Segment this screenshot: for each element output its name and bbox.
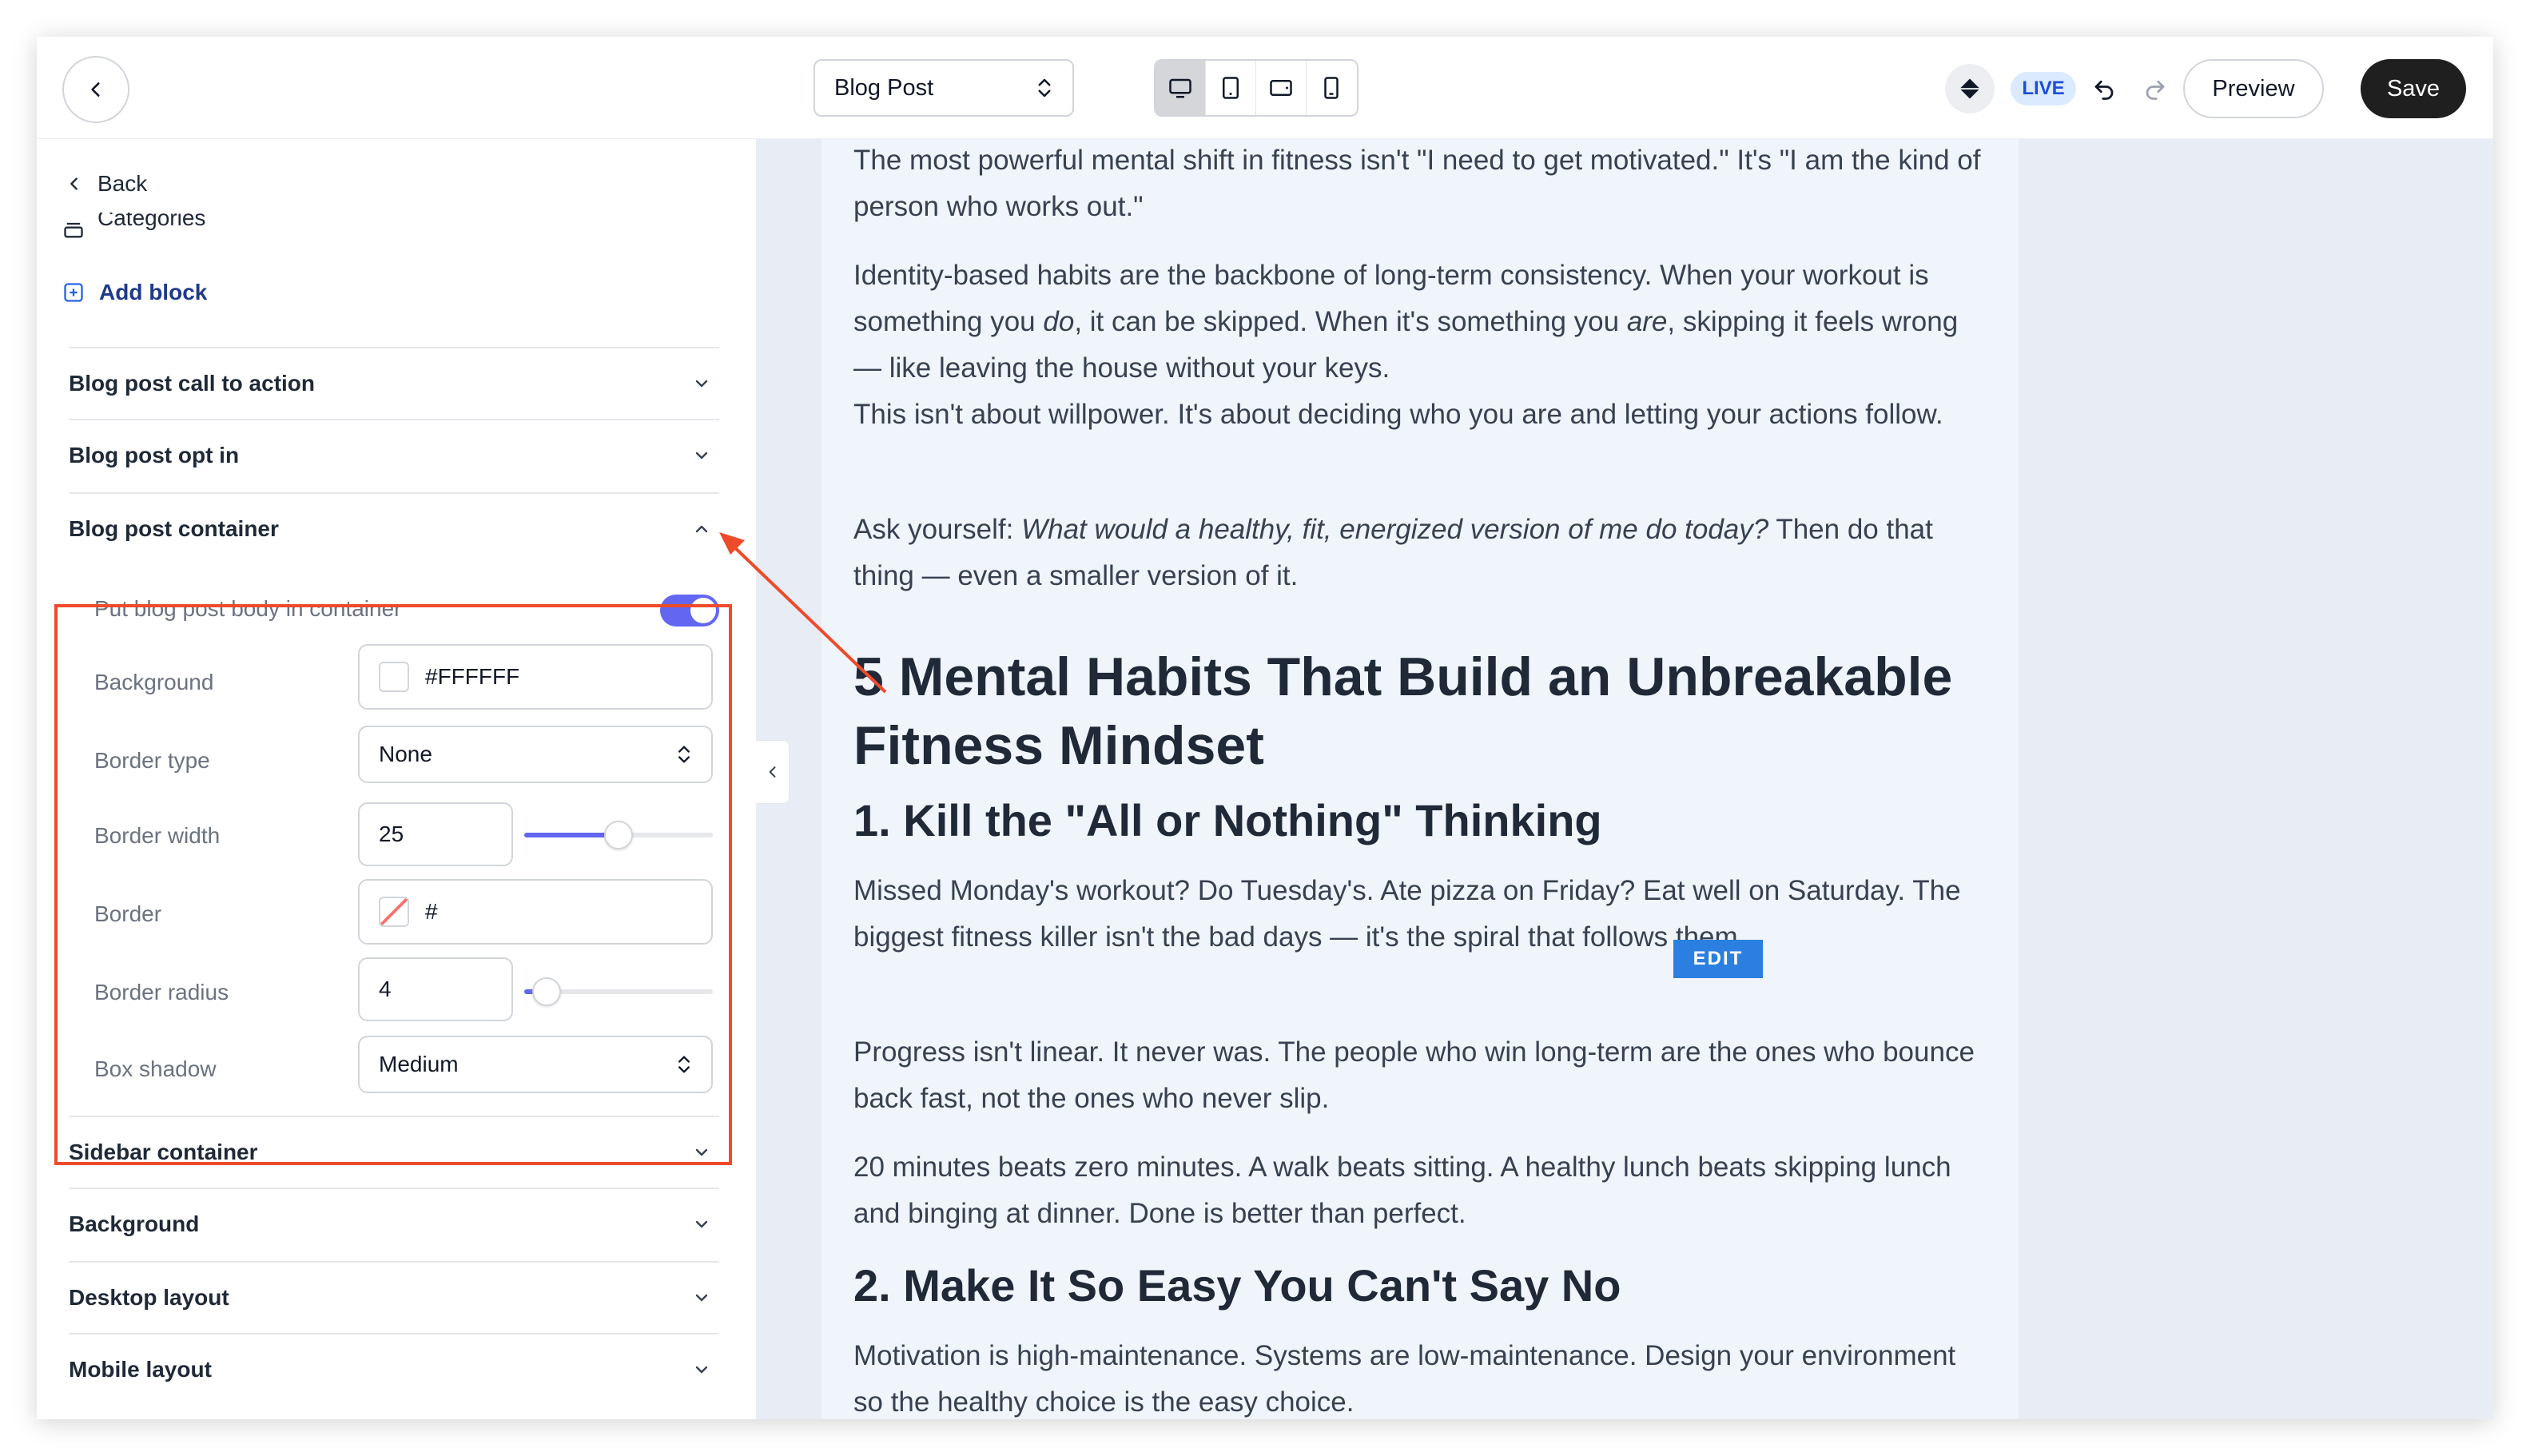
- accordion-label: Desktop layout: [69, 1285, 229, 1310]
- back-label: Back: [97, 171, 148, 196]
- chevron-left-icon: [70, 177, 78, 190]
- redo-icon: [2146, 80, 2165, 100]
- add-block-label: Add block: [99, 280, 208, 304]
- chevron-up-icon: [695, 525, 708, 533]
- plus-square-icon: [64, 283, 83, 302]
- post-paragraph: The most powerful mental shift in fitnes…: [853, 145, 1981, 222]
- chevron-down-icon: [695, 1294, 708, 1302]
- chevron-down-icon: [695, 1366, 708, 1374]
- blog-post-body[interactable]: The most powerful mental shift in fitnes…: [821, 139, 2019, 1419]
- redo-button[interactable]: [2138, 72, 2172, 105]
- tablet-landscape-view-button[interactable]: [1256, 61, 1307, 115]
- preview-button[interactable]: Preview: [2183, 59, 2324, 118]
- editor-window: Blog Post LIVE Preview Save Back Categor…: [37, 37, 2493, 1419]
- tablet-landscape-icon: [1270, 80, 1292, 96]
- undo-icon: [2094, 80, 2114, 100]
- diamond-icon: [1959, 78, 1980, 99]
- highlight-box: [54, 604, 732, 1165]
- mobile-view-button[interactable]: [1307, 61, 1357, 115]
- accordion-label: Blog post opt in: [69, 443, 240, 467]
- chevron-down-icon: [695, 1220, 708, 1228]
- categories-icon: [64, 222, 83, 238]
- diamond-button[interactable]: [1945, 64, 1995, 113]
- categories-label: Categories: [97, 213, 206, 230]
- post-paragraph: 20 minutes beats zero minutes. A walk be…: [853, 1152, 1951, 1229]
- accordion-label: Sidebar container: [69, 1140, 258, 1164]
- categories-item[interactable]: Categories: [62, 213, 205, 240]
- page-selector[interactable]: Blog Post: [813, 59, 1074, 117]
- accordion-mobile-layout[interactable]: Mobile layout: [69, 1333, 719, 1405]
- device-switcher: [1154, 59, 1358, 117]
- tablet-icon: [1223, 77, 1239, 99]
- post-subheading: 1. Kill the "All or Nothing" Thinking: [853, 795, 1602, 845]
- post-heading: 5 Mental Habits That Build an Unbreakabl…: [853, 646, 1953, 776]
- chevron-left-icon: [769, 766, 775, 778]
- settings-sidebar: Back Categories Add block Blog post call…: [37, 139, 756, 1419]
- accordion-label: Blog post container: [69, 516, 279, 541]
- mobile-icon: [1324, 77, 1339, 99]
- post-paragraph: Progress isn't linear. It never was. The…: [853, 1036, 1975, 1114]
- post-paragraph: This isn't about willpower. It's about d…: [853, 399, 1943, 430]
- chevron-down-icon: [695, 1148, 708, 1156]
- post-paragraph: Motivation is high-maintenance. Systems …: [853, 1340, 1956, 1418]
- preview-canvas: The most powerful mental shift in fitnes…: [756, 139, 2493, 1419]
- edit-badge[interactable]: EDIT: [1673, 940, 1763, 978]
- accordion-call-to-action[interactable]: Blog post call to action: [69, 347, 719, 419]
- post-subheading: 2. Make It So Easy You Can't Say No: [853, 1260, 1621, 1311]
- accordion-label: Background: [69, 1211, 200, 1236]
- save-button[interactable]: Save: [2361, 59, 2466, 118]
- accordion-desktop-layout[interactable]: Desktop layout: [69, 1261, 719, 1333]
- post-paragraph: Identity-based habits are the backbone o…: [853, 260, 1959, 384]
- live-status-badge: LIVE: [2011, 72, 2076, 105]
- chevron-left-icon: [91, 82, 100, 97]
- chevron-down-icon: [695, 452, 708, 459]
- page-selector-value: Blog Post: [834, 74, 934, 101]
- back-link[interactable]: Back: [66, 171, 147, 197]
- accordion-container[interactable]: Blog post container: [69, 492, 719, 564]
- desktop-view-button[interactable]: [1156, 61, 1206, 115]
- desktop-icon: [1169, 78, 1191, 98]
- post-paragraph: Missed Monday's workout? Do Tuesday's. A…: [853, 875, 1961, 953]
- chevron-up-down-icon: [1038, 78, 1051, 97]
- accordion-label: Blog post call to action: [69, 371, 316, 396]
- undo-button[interactable]: [2087, 72, 2121, 105]
- accordion-background[interactable]: Background: [69, 1187, 719, 1259]
- exit-editor-button[interactable]: [62, 56, 129, 123]
- post-paragraph: Ask yourself: What would a healthy, fit,…: [853, 514, 1933, 591]
- tablet-view-button[interactable]: [1206, 61, 1256, 115]
- add-block-button[interactable]: Add block: [62, 280, 207, 305]
- collapse-sidebar-button[interactable]: [756, 740, 790, 804]
- accordion-opt-in[interactable]: Blog post opt in: [69, 419, 719, 491]
- chevron-down-icon: [695, 380, 708, 388]
- accordion-label: Mobile layout: [69, 1357, 212, 1382]
- accordion-sidebar-container[interactable]: Sidebar container: [69, 1116, 719, 1187]
- top-bar: Blog Post LIVE Preview Save: [37, 37, 2493, 139]
